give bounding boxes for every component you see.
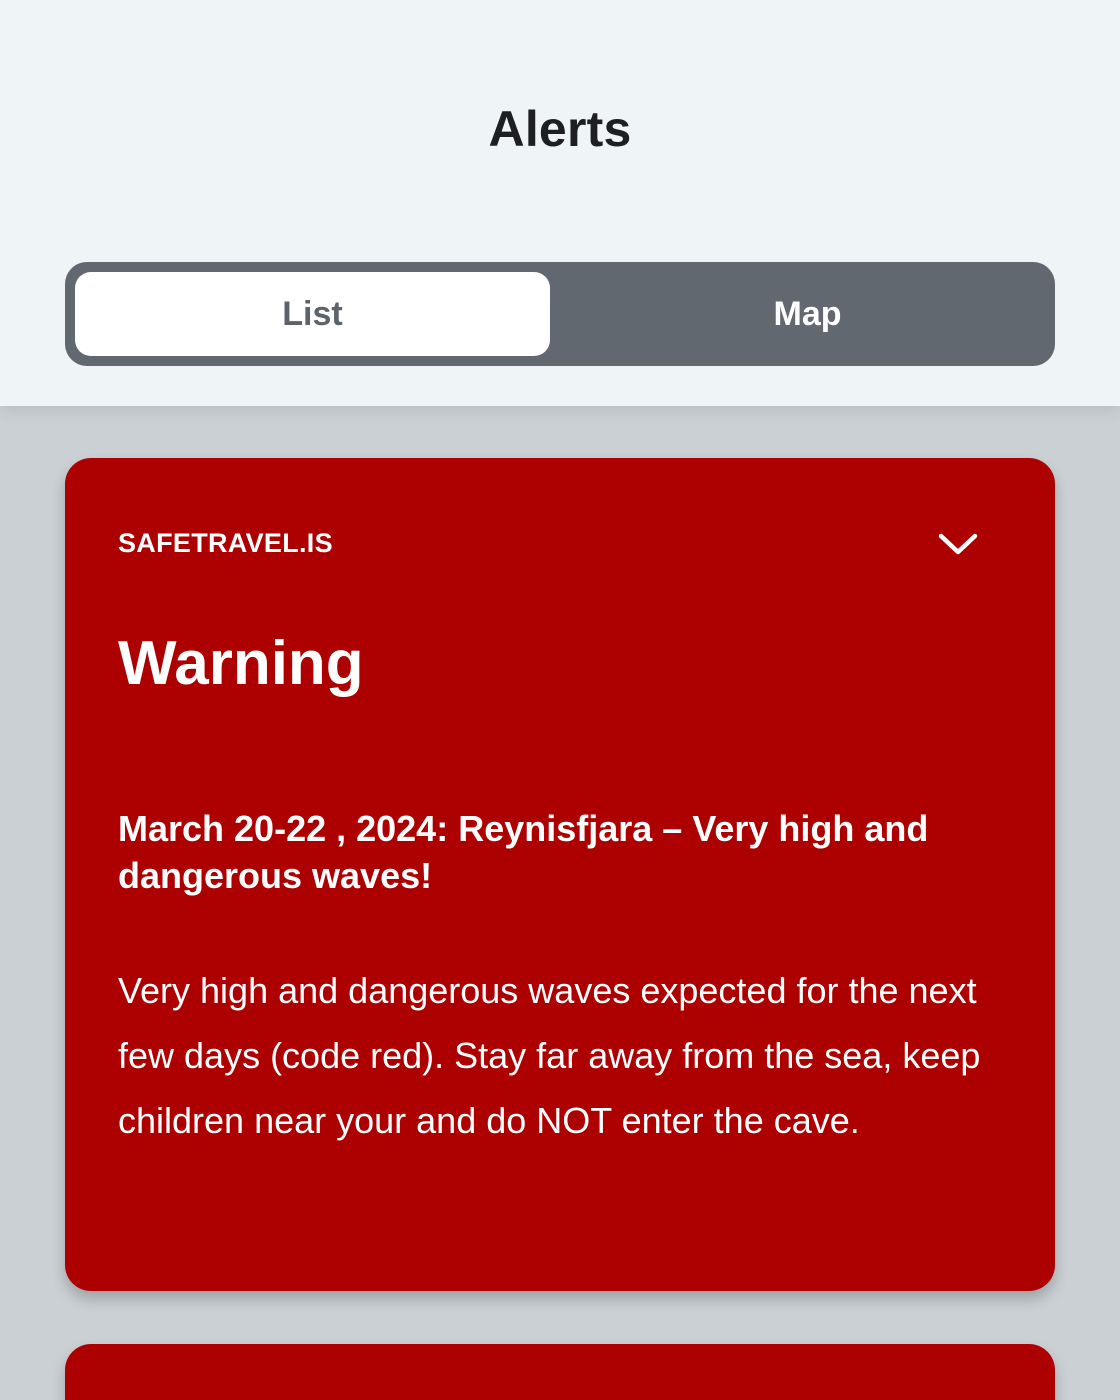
view-toggle: List Map — [65, 262, 1055, 366]
alert-source: SAFETRAVEL.IS — [118, 528, 333, 558]
alert-headline: March 20-22 , 2024: Reynisfjara – Very h… — [118, 808, 929, 896]
alert-body: Very high and dangerous waves expected f… — [118, 970, 981, 1141]
page-title: Alerts — [488, 101, 632, 157]
chevron-down-icon[interactable] — [937, 528, 979, 560]
header: Alerts List Map — [0, 0, 1120, 406]
alert-card-next[interactable] — [65, 1344, 1055, 1400]
tab-map[interactable]: Map — [570, 272, 1045, 356]
alert-level: Warning — [118, 629, 364, 698]
tab-list[interactable]: List — [75, 272, 550, 356]
alert-card[interactable]: SAFETRAVEL.IS Warning March 20-22 , 2024… — [65, 458, 1055, 1291]
